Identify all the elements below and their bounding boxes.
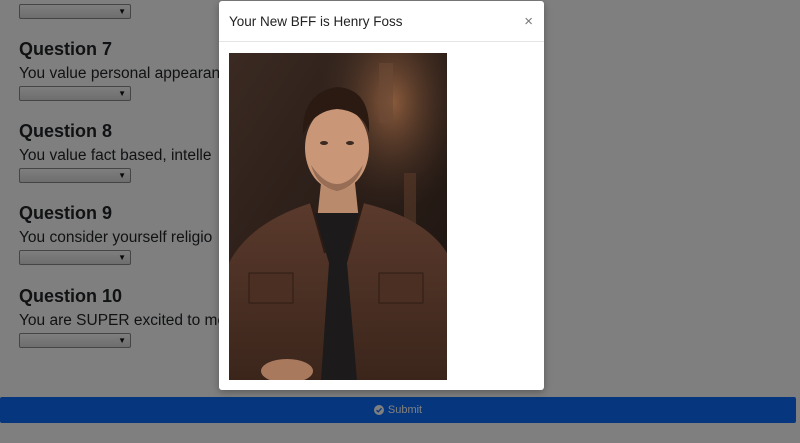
close-icon[interactable]: × bbox=[524, 14, 533, 29]
bff-portrait-image bbox=[229, 53, 447, 380]
modal-header: Your New BFF is Henry Foss × bbox=[219, 1, 544, 42]
modal-title: Your New BFF is Henry Foss bbox=[229, 13, 403, 29]
result-modal: Your New BFF is Henry Foss × bbox=[219, 1, 544, 390]
